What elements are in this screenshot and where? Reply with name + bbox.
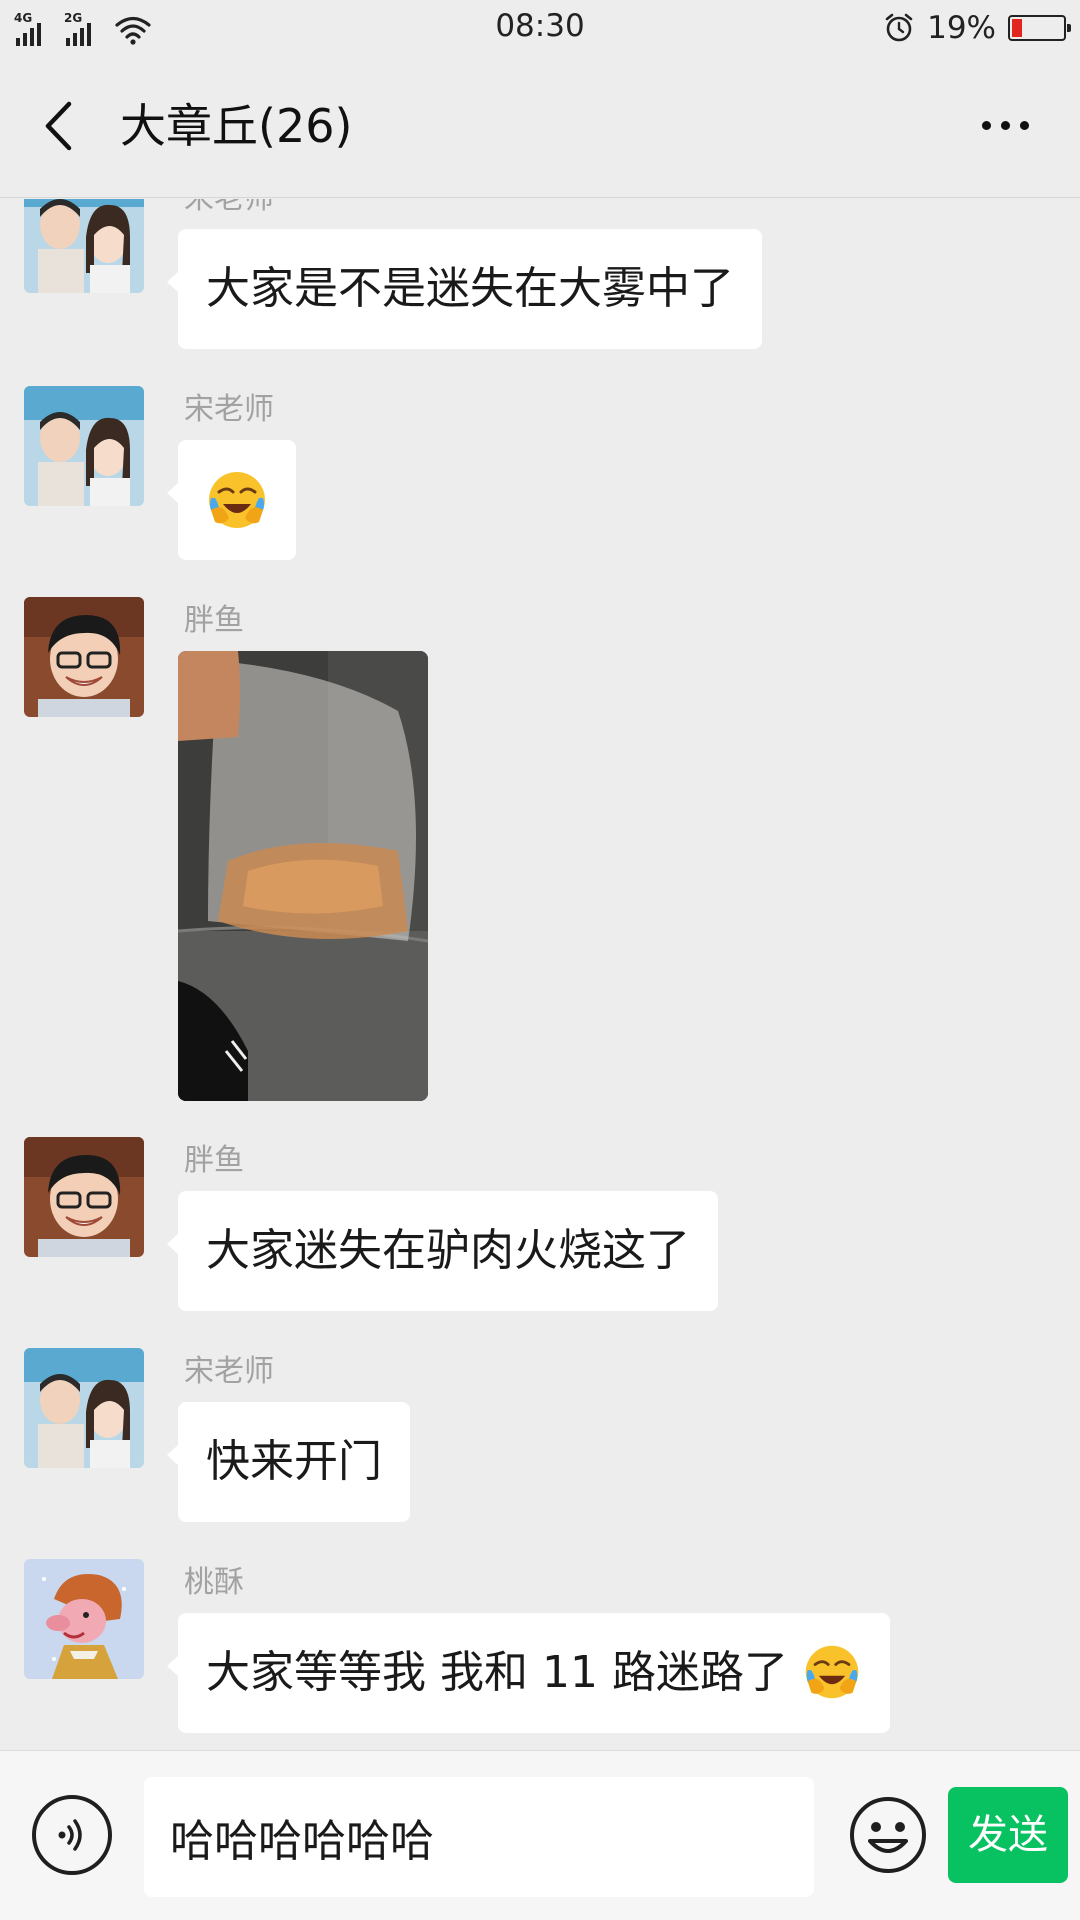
send-button[interactable]: 发送	[948, 1787, 1068, 1883]
sender-name: 桃酥	[184, 1565, 244, 1600]
message-bubble[interactable]: 快来开门	[167, 1402, 410, 1522]
sender-name: 胖鱼	[184, 1143, 244, 1178]
avatar[interactable]	[24, 386, 144, 506]
message-bubble[interactable]: 大家是不是迷失在大雾中了	[167, 229, 762, 349]
message-text: 快来开门	[206, 1436, 382, 1487]
avatar[interactable]	[24, 1348, 144, 1468]
chat-message-list[interactable]: 宋老师 大家是不是迷失在大雾中了 宋老师	[0, 199, 1080, 1750]
emoji-icon[interactable]	[848, 1795, 928, 1875]
sender-name: 宋老师	[184, 392, 274, 427]
chevron-left-icon	[45, 101, 72, 151]
avatar[interactable]	[24, 1137, 144, 1257]
message-bubble[interactable]: 大家等等我 我和 11 路迷路了	[167, 1613, 890, 1733]
crying-laughing-emoji-icon	[805, 1645, 859, 1699]
sender-name: 胖鱼	[184, 603, 244, 638]
alarm-icon	[885, 13, 913, 42]
photo-thumbnail	[178, 651, 428, 1101]
crying-laughing-emoji-icon	[209, 472, 265, 528]
voice-icon	[58, 1819, 82, 1851]
message-bubble[interactable]	[167, 440, 296, 560]
sender-name: 宋老师	[184, 199, 274, 217]
status-bar: 4G 2G 08:30 19%	[0, 0, 1080, 56]
message-text: 大家是不是迷失在大雾中了	[206, 263, 734, 314]
status-right: 19%	[883, 10, 1071, 46]
sender-name: 宋老师	[184, 1354, 274, 1389]
title-bar: 大章丘(26)	[0, 56, 1080, 198]
more-button[interactable]	[970, 100, 1040, 150]
chat-title: 大章丘(26)	[120, 99, 353, 153]
battery-percent: 19%	[927, 10, 996, 46]
avatar[interactable]	[24, 597, 144, 717]
back-button[interactable]	[30, 96, 86, 156]
image-message[interactable]	[178, 651, 428, 1101]
input-bar: 发送	[0, 1750, 1080, 1920]
voice-button[interactable]	[32, 1795, 112, 1875]
avatar[interactable]	[24, 199, 144, 293]
message-bubble[interactable]: 大家迷失在驴肉火烧这了	[167, 1191, 718, 1311]
message-text: 大家迷失在驴肉火烧这了	[206, 1225, 690, 1276]
message-input[interactable]	[144, 1777, 814, 1897]
avatar[interactable]	[24, 1559, 144, 1679]
battery-icon	[1008, 15, 1071, 41]
more-dots-icon	[981, 120, 991, 130]
message-text: 大家等等我 我和 11 路迷路了	[206, 1647, 788, 1698]
